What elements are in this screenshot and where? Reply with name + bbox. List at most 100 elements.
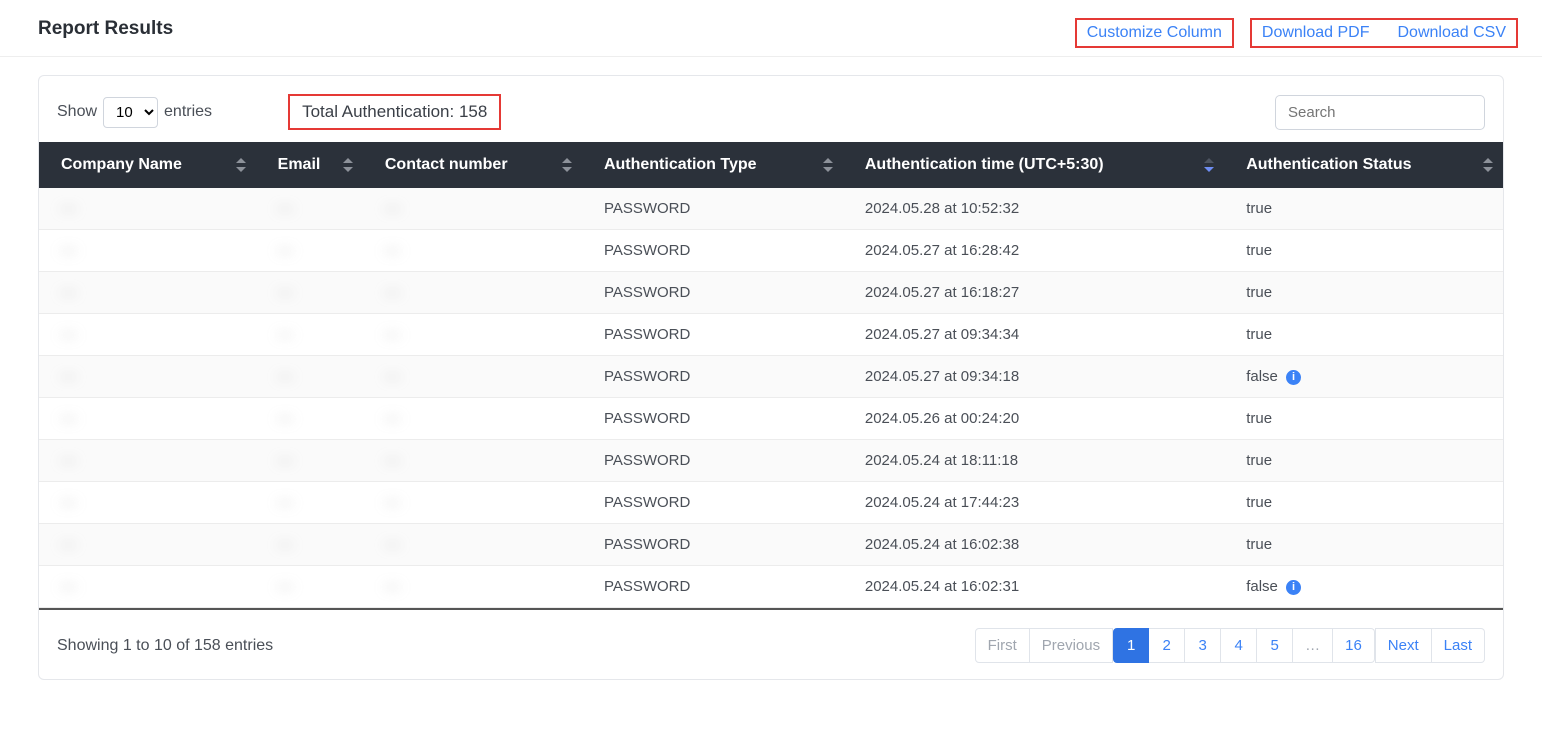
col-contact-number[interactable]: Contact number: [363, 142, 582, 188]
cell-auth-time: 2024.05.27 at 09:34:34: [843, 314, 1224, 356]
pager-page-2[interactable]: 2: [1149, 628, 1185, 663]
table-row: ———PASSWORD2024.05.27 at 16:28:42true: [39, 230, 1503, 272]
cell-auth-status: true: [1224, 524, 1503, 566]
cell-auth-time: 2024.05.24 at 16:02:38: [843, 524, 1224, 566]
pager: First Previous 12345…16 Next Last: [975, 628, 1485, 663]
cell-contact: —: [363, 230, 582, 272]
cell-contact: —: [363, 272, 582, 314]
pager-first[interactable]: First: [975, 628, 1030, 663]
pager-previous[interactable]: Previous: [1030, 628, 1113, 663]
cell-auth-status: true: [1224, 482, 1503, 524]
col-label: Authentication Type: [604, 156, 757, 173]
pager-page-1[interactable]: 1: [1113, 628, 1149, 663]
cell-contact: —: [363, 188, 582, 230]
cell-email: —: [256, 272, 363, 314]
download-csv-button[interactable]: Download CSV: [1398, 24, 1507, 42]
customize-column-button[interactable]: Customize Column: [1075, 18, 1234, 48]
col-authentication-time[interactable]: Authentication time (UTC+5:30): [843, 142, 1224, 188]
cell-email: —: [256, 230, 363, 272]
col-email[interactable]: Email: [256, 142, 363, 188]
page-title: Report Results: [38, 18, 173, 40]
cell-auth-status: false i: [1224, 566, 1503, 608]
cell-email: —: [256, 482, 363, 524]
cell-contact: —: [363, 398, 582, 440]
col-label: Email: [278, 156, 321, 173]
cell-email: —: [256, 314, 363, 356]
cell-auth-time: 2024.05.27 at 09:34:18: [843, 356, 1224, 398]
cell-email: —: [256, 188, 363, 230]
pager-page-16[interactable]: 16: [1333, 628, 1375, 663]
col-label: Company Name: [61, 156, 182, 173]
info-icon[interactable]: i: [1286, 370, 1301, 385]
cell-auth-type: PASSWORD: [582, 440, 843, 482]
sort-icon: [823, 158, 833, 172]
table-row: ———PASSWORD2024.05.24 at 17:44:23true: [39, 482, 1503, 524]
cell-contact: —: [363, 524, 582, 566]
pager-next[interactable]: Next: [1375, 628, 1432, 663]
cell-auth-type: PASSWORD: [582, 356, 843, 398]
cell-auth-type: PASSWORD: [582, 398, 843, 440]
show-label: Show: [57, 103, 97, 121]
pager-page-4[interactable]: 4: [1221, 628, 1257, 663]
cell-auth-time: 2024.05.27 at 16:28:42: [843, 230, 1224, 272]
pager-ellipsis: …: [1293, 628, 1333, 663]
cell-auth-type: PASSWORD: [582, 566, 843, 608]
cell-auth-time: 2024.05.24 at 18:11:18: [843, 440, 1224, 482]
table-row: ———PASSWORD2024.05.26 at 00:24:20true: [39, 398, 1503, 440]
table-row: ———PASSWORD2024.05.24 at 18:11:18true: [39, 440, 1503, 482]
entries-select[interactable]: 10: [103, 97, 158, 128]
cell-company: —: [39, 272, 256, 314]
cell-company: —: [39, 524, 256, 566]
pager-page-5[interactable]: 5: [1257, 628, 1293, 663]
cell-email: —: [256, 524, 363, 566]
entries-info: Showing 1 to 10 of 158 entries: [57, 637, 273, 655]
search-input[interactable]: [1275, 95, 1485, 130]
cell-contact: —: [363, 566, 582, 608]
sort-icon: [1483, 158, 1493, 172]
cell-auth-time: 2024.05.27 at 16:18:27: [843, 272, 1224, 314]
cell-company: —: [39, 188, 256, 230]
cell-auth-status: true: [1224, 230, 1503, 272]
cell-auth-status: true: [1224, 188, 1503, 230]
cell-company: —: [39, 440, 256, 482]
cell-contact: —: [363, 440, 582, 482]
cell-contact: —: [363, 356, 582, 398]
col-label: Authentication time (UTC+5:30): [865, 156, 1104, 173]
cell-auth-status: true: [1224, 314, 1503, 356]
cell-company: —: [39, 398, 256, 440]
download-pdf-button[interactable]: Download PDF: [1262, 24, 1370, 42]
cell-auth-status: true: [1224, 440, 1503, 482]
cell-company: —: [39, 356, 256, 398]
table-row: ———PASSWORD2024.05.27 at 09:34:34true: [39, 314, 1503, 356]
cell-contact: —: [363, 482, 582, 524]
col-company-name[interactable]: Company Name: [39, 142, 256, 188]
table-row: ———PASSWORD2024.05.27 at 16:18:27true: [39, 272, 1503, 314]
info-icon[interactable]: i: [1286, 580, 1301, 595]
cell-company: —: [39, 230, 256, 272]
sort-icon: [236, 158, 246, 172]
cell-auth-status: true: [1224, 272, 1503, 314]
col-authentication-type[interactable]: Authentication Type: [582, 142, 843, 188]
cell-auth-type: PASSWORD: [582, 314, 843, 356]
cell-auth-status: true: [1224, 398, 1503, 440]
table-row: ———PASSWORD2024.05.28 at 10:52:32true: [39, 188, 1503, 230]
table-row: ———PASSWORD2024.05.27 at 09:34:18false i: [39, 356, 1503, 398]
cell-email: —: [256, 356, 363, 398]
sort-desc-icon: [1204, 158, 1214, 172]
cell-company: —: [39, 566, 256, 608]
cell-auth-time: 2024.05.26 at 00:24:20: [843, 398, 1224, 440]
table-row: ———PASSWORD2024.05.24 at 16:02:38true: [39, 524, 1503, 566]
cell-auth-status: false i: [1224, 356, 1503, 398]
cell-auth-time: 2024.05.28 at 10:52:32: [843, 188, 1224, 230]
pager-last[interactable]: Last: [1432, 628, 1485, 663]
sort-icon: [343, 158, 353, 172]
entries-label: entries: [164, 103, 212, 121]
cell-auth-type: PASSWORD: [582, 230, 843, 272]
cell-company: —: [39, 482, 256, 524]
col-authentication-status[interactable]: Authentication Status: [1224, 142, 1503, 188]
cell-email: —: [256, 440, 363, 482]
cell-company: —: [39, 314, 256, 356]
cell-auth-type: PASSWORD: [582, 482, 843, 524]
cell-auth-type: PASSWORD: [582, 272, 843, 314]
pager-page-3[interactable]: 3: [1185, 628, 1221, 663]
